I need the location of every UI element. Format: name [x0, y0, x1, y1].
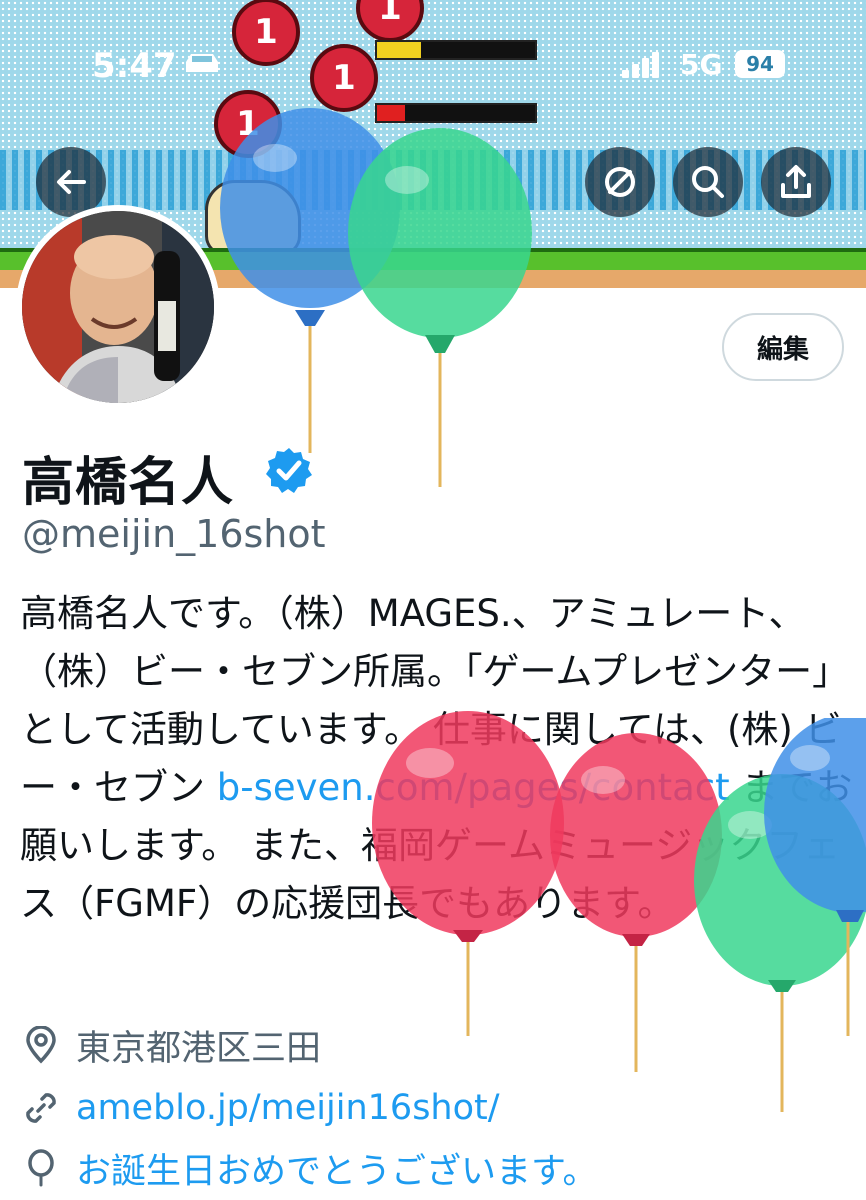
car-icon	[186, 54, 218, 72]
back-arrow-icon	[57, 170, 86, 194]
network-type: 5G	[680, 48, 723, 81]
search-button[interactable]	[673, 147, 743, 217]
website-row[interactable]: ameblo.jp/meijin16shot/	[22, 1083, 500, 1133]
avatar[interactable]	[16, 205, 220, 409]
banner-token-label: 1	[236, 104, 260, 144]
balloon-icon	[28, 1149, 54, 1187]
circle-action-button[interactable]	[585, 147, 655, 217]
banner-red-gauge	[375, 103, 537, 123]
bio: 高橋名人です。（株）MAGES.、アミュレート、（株）ビー・セブン所属。「ゲーム…	[20, 585, 860, 933]
edit-profile-button[interactable]: 編集	[722, 313, 844, 381]
location-row: 東京都港区三田	[22, 1020, 321, 1070]
handle: @meijin_16shot	[22, 512, 326, 556]
banner-character	[205, 180, 301, 256]
status-time: 5:47	[92, 46, 177, 86]
link-icon	[26, 1093, 56, 1123]
circle-slash-icon	[605, 167, 635, 197]
share-button[interactable]	[761, 147, 831, 217]
display-name: 高橋名人	[22, 453, 235, 513]
location-pin-icon	[26, 1026, 56, 1064]
banner-token: 1	[214, 90, 282, 158]
location-text: 東京都港区三田	[76, 1028, 322, 1069]
birthday-message: お誕生日おめでとうございます。	[76, 1151, 598, 1192]
verified-badge-icon	[266, 448, 312, 493]
status-bar: 5:47 5G 94	[0, 40, 866, 90]
search-icon	[692, 166, 724, 198]
avatar-photo	[22, 211, 214, 403]
birthday-row: お誕生日おめでとうございます。	[22, 1143, 598, 1193]
signal-icon	[622, 52, 659, 78]
share-icon	[781, 165, 811, 198]
bio-link[interactable]: b-seven.com/pages/contact	[217, 766, 730, 809]
banner-token-label: 1	[378, 0, 402, 28]
banner-token: 1	[356, 0, 424, 42]
battery-level: 94	[735, 50, 785, 78]
website-link[interactable]: ameblo.jp/meijin16shot/	[76, 1088, 500, 1128]
